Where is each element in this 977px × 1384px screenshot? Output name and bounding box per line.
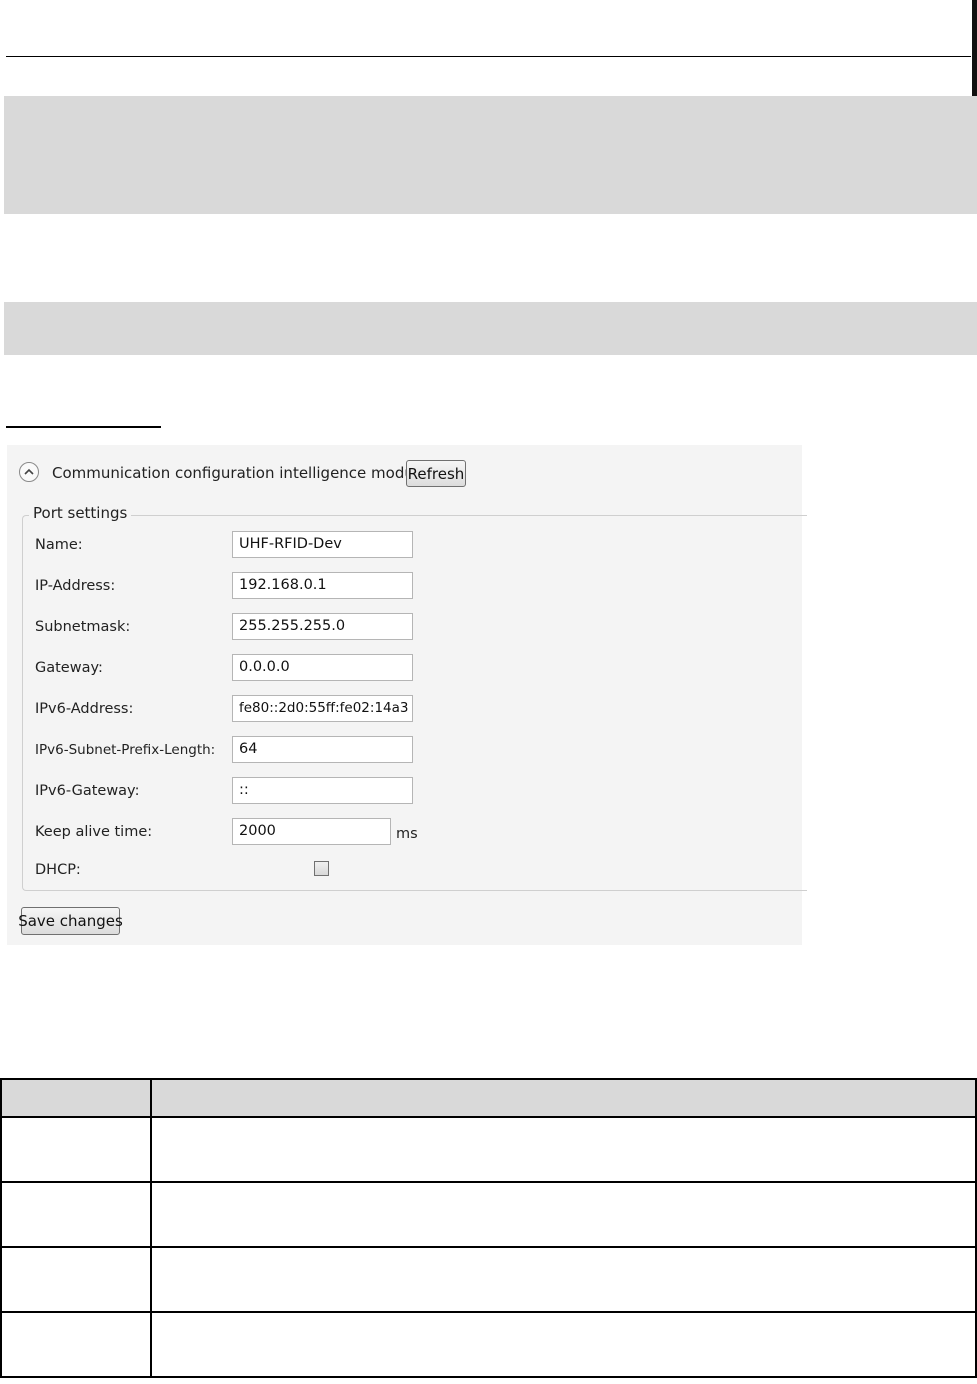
chevron-up-icon[interactable]: [19, 462, 39, 482]
keep-alive-label: Keep alive time:: [35, 824, 153, 840]
keep-alive-unit: ms: [396, 826, 418, 842]
table-row: [0, 1181, 977, 1248]
subnetmask-label: Subnetmask:: [35, 619, 131, 635]
subnetmask-input[interactable]: 255.255.255.0: [232, 613, 413, 640]
heading-underline: [6, 426, 161, 428]
table-cell: [150, 1181, 977, 1248]
table-row: [0, 1311, 977, 1378]
ipv6-address-label: IPv6-Address:: [35, 701, 134, 717]
ipv6-prefix-length-input[interactable]: 64: [232, 736, 413, 763]
gray-band-middle: [4, 302, 977, 355]
table-cell: [150, 1246, 977, 1313]
table-header-cell: [150, 1078, 977, 1118]
table-header-cell: [0, 1078, 152, 1118]
table-cell: [0, 1311, 152, 1378]
refresh-button[interactable]: Refresh: [406, 460, 466, 487]
table-row: [0, 1116, 977, 1183]
gateway-input[interactable]: 0.0.0.0: [232, 654, 413, 681]
table-cell: [150, 1116, 977, 1183]
table-header-row: [0, 1078, 977, 1118]
document-table: [0, 1078, 977, 1378]
name-label: Name:: [35, 537, 83, 553]
table-row: [0, 1246, 977, 1313]
ipv6-gateway-label: IPv6-Gateway:: [35, 783, 140, 799]
table-cell: [0, 1181, 152, 1248]
gateway-label: Gateway:: [35, 660, 103, 676]
header-rule: [6, 56, 971, 57]
ip-address-input[interactable]: 192.168.0.1: [232, 572, 413, 599]
table-cell: [0, 1116, 152, 1183]
port-settings-legend: Port settings: [29, 504, 132, 522]
keep-alive-input[interactable]: 2000: [232, 818, 391, 845]
page-edge-bar: [972, 0, 977, 100]
ip-address-label: IP-Address:: [35, 578, 116, 594]
panel-title: Communication configuration intelligence…: [52, 464, 428, 482]
ipv6-gateway-input[interactable]: ::: [232, 777, 413, 804]
table-cell: [150, 1311, 977, 1378]
gray-band-top: [4, 96, 977, 214]
ipv6-address-input[interactable]: fe80::2d0:55ff:fe02:14a3: [232, 695, 413, 722]
table-cell: [0, 1246, 152, 1313]
ipv6-prefix-length-label: IPv6-Subnet-Prefix-Length:: [35, 742, 216, 758]
dhcp-checkbox[interactable]: [314, 861, 329, 876]
save-changes-button[interactable]: Save changes: [18, 907, 123, 935]
dhcp-label: DHCP:: [35, 862, 81, 878]
name-input[interactable]: UHF-RFID-Dev: [232, 531, 413, 558]
